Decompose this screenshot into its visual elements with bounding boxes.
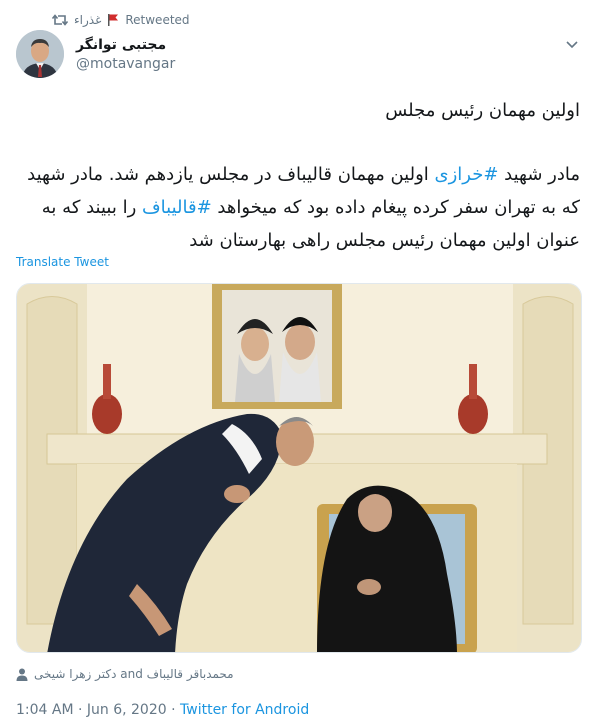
retweet-icon [52,14,68,26]
tweet-timestamp[interactable]: 1:04 AM · Jun 6, 2020 · [16,702,180,718]
flag-icon [108,14,119,26]
hashtag-ghalibaf[interactable]: #قالیباف [142,197,212,218]
tweet-line-2: که به تهران سفر کرده پیغام داده بود که م… [41,197,580,218]
translate-tweet-link[interactable]: Translate Tweet [16,255,109,269]
tweet-meta: 1:04 AM · Jun 6, 2020 · Twitter for Andr… [16,702,309,718]
tweet-line-3: عنوان اولین مهمان رئیس مجلس راهی بهارستا… [189,230,580,251]
author-handle[interactable]: @motavangar [76,56,175,72]
retweeted-label: Retweeted [125,13,190,27]
tweet-source-link[interactable]: Twitter for Android [180,702,309,718]
retweeter-name[interactable]: غذراء [74,13,101,27]
tweet-header: مجتبی توانگر @motavangar [16,30,582,80]
tweet-line-1: مادر شهید #خرازی اولین مهمان قالیباف در … [27,164,580,185]
tagged-people[interactable]: محمدباقر قالیباف and دکتر زهرا شیخی [16,667,234,681]
tweet-text: مادر شهید #خرازی اولین مهمان قالیباف در … [14,158,580,257]
author-name[interactable]: مجتبی توانگر [76,37,166,53]
tweet-photo[interactable] [16,283,582,653]
hashtag-khorazi[interactable]: #خرازی [435,164,499,185]
retweet-context: غذراء Retweeted [52,10,190,30]
tweet-title: اولین مهمان رئیس مجلس [385,100,580,121]
person-icon [16,668,28,681]
chevron-down-icon[interactable] [564,36,580,52]
avatar[interactable] [16,30,64,78]
tagged-names[interactable]: محمدباقر قالیباف and دکتر زهرا شیخی [34,667,234,681]
